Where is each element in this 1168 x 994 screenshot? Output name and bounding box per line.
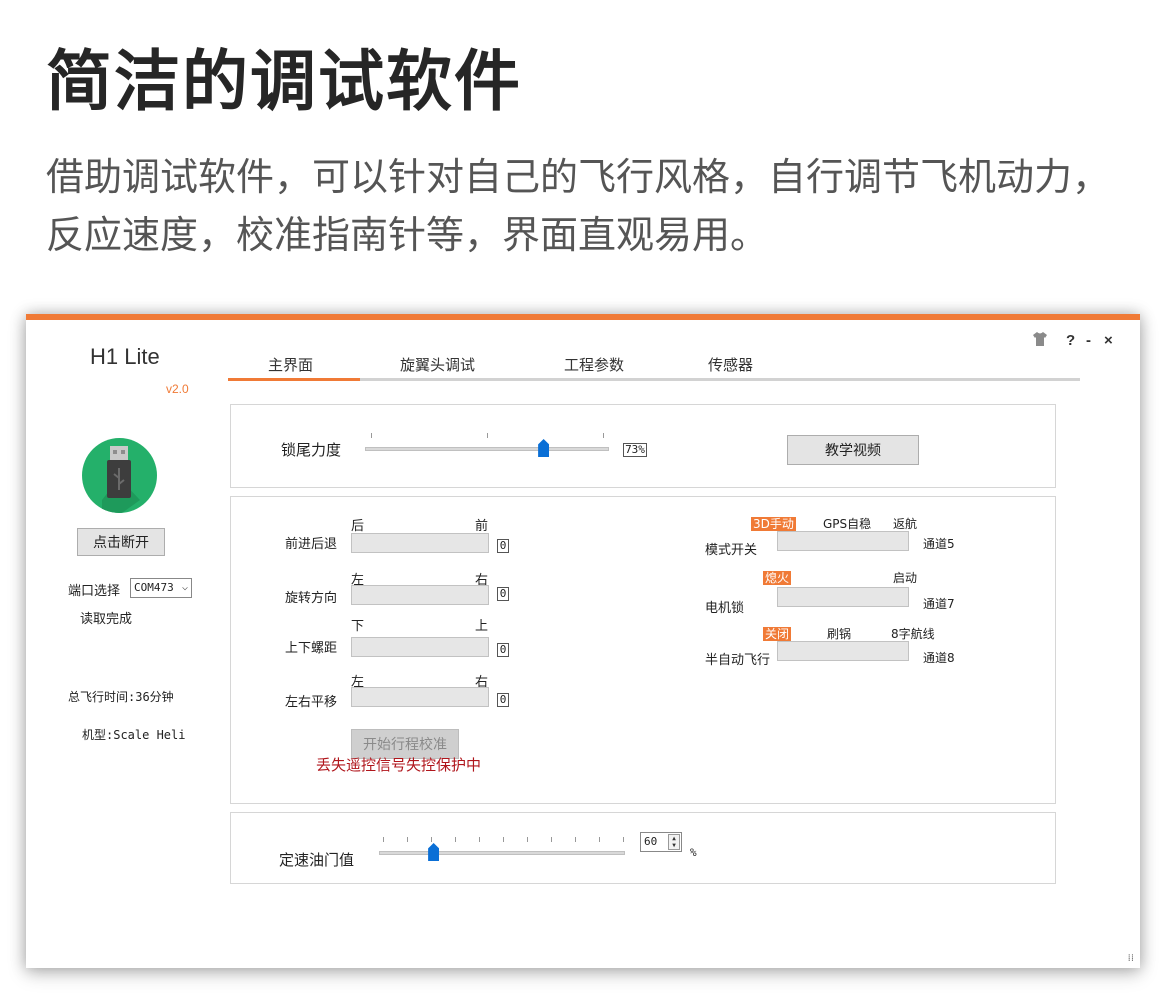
tutorial-video-button[interactable]: 教学视频 bbox=[787, 435, 919, 465]
switch-option: 3D手动 bbox=[751, 515, 796, 532]
port-label: 端口选择 bbox=[68, 584, 121, 599]
slider-tick bbox=[603, 433, 604, 438]
app-title: H1 Lite bbox=[90, 344, 160, 369]
failsafe-warning: 丢失遥控信号失控保护中 bbox=[316, 756, 482, 774]
tab-main[interactable]: 主界面 bbox=[268, 354, 313, 375]
slider-tick bbox=[455, 837, 456, 842]
slider-tick bbox=[479, 837, 480, 842]
throttle-unit: % bbox=[690, 846, 697, 859]
disconnect-button[interactable]: 点击断开 bbox=[77, 528, 165, 556]
switch-name: 电机锁 bbox=[705, 601, 745, 616]
stick-value: 0 bbox=[497, 587, 509, 601]
throttle-slider-track[interactable] bbox=[379, 851, 625, 855]
stick-max-label: 上 bbox=[475, 619, 489, 634]
description-line-2: 反应速度，校准指南针等，界面直观易用。 bbox=[46, 213, 769, 257]
switch-option: 关闭 bbox=[763, 625, 792, 642]
throttle-spinbox[interactable]: 60 ▲ ▼ bbox=[640, 832, 682, 852]
slider-tick bbox=[599, 837, 600, 842]
slider-tick bbox=[407, 837, 408, 842]
minimize-button[interactable]: - bbox=[1086, 332, 1091, 349]
stick-bar bbox=[351, 585, 489, 605]
tail-lock-value: 73% bbox=[623, 443, 647, 457]
model-label: 机型:Scale Heli bbox=[82, 728, 186, 742]
switch-name: 半自动飞行 bbox=[705, 653, 771, 668]
port-select[interactable]: COM473 ⌵ bbox=[130, 578, 192, 598]
stick-value: 0 bbox=[497, 643, 509, 657]
port-select-value: COM473 bbox=[134, 581, 174, 594]
stick-value: 0 bbox=[497, 539, 509, 553]
stick-name: 前进后退 bbox=[285, 537, 338, 552]
tail-lock-label: 锁尾力度 bbox=[281, 441, 342, 459]
stick-max-label: 前 bbox=[475, 519, 489, 534]
slider-tick bbox=[371, 433, 372, 438]
tab-active-indicator bbox=[228, 378, 360, 381]
tail-lock-slider-track[interactable] bbox=[365, 447, 609, 451]
resize-grip-icon[interactable]: ⁞⁞ bbox=[1128, 953, 1134, 964]
slider-tick bbox=[487, 433, 488, 438]
slider-tick bbox=[431, 837, 432, 842]
stick-bar bbox=[351, 687, 489, 707]
switch-bar bbox=[777, 531, 909, 551]
read-status: 读取完成 bbox=[80, 612, 133, 627]
switch-channel: 通道8 bbox=[923, 651, 955, 665]
slider-tick bbox=[527, 837, 528, 842]
tab-rotor-head[interactable]: 旋翼头调试 bbox=[400, 354, 475, 375]
usb-icon bbox=[82, 438, 157, 513]
app-version: v2.0 bbox=[166, 382, 189, 396]
slider-tick bbox=[503, 837, 504, 842]
switch-channel: 通道5 bbox=[923, 537, 955, 551]
stick-bar bbox=[351, 533, 489, 553]
switch-option-active: 关闭 bbox=[763, 627, 792, 641]
tab-sensors[interactable]: 传感器 bbox=[708, 354, 753, 375]
tail-lock-panel: 锁尾力度 73% 教学视频 bbox=[230, 404, 1056, 488]
stick-bar bbox=[351, 637, 489, 657]
slider-tick bbox=[575, 837, 576, 842]
switch-bar bbox=[777, 587, 909, 607]
switch-option: 8字航线 bbox=[891, 627, 935, 641]
stick-value: 0 bbox=[497, 693, 509, 707]
description: 借助调试软件，可以针对自己的飞行风格，自行调节飞机动力， 反应速度，校准指南针等… bbox=[46, 148, 1110, 264]
flight-time: 总飞行时间:36分钟 bbox=[68, 690, 174, 704]
tail-lock-slider-thumb[interactable] bbox=[538, 439, 550, 457]
switch-option-active: 熄火 bbox=[763, 571, 792, 585]
slider-tick bbox=[623, 837, 624, 842]
help-button[interactable]: ? bbox=[1066, 332, 1075, 349]
switch-option: 刷锅 bbox=[827, 627, 852, 641]
switch-option: 熄火 bbox=[763, 569, 792, 586]
switch-option: GPS自稳 bbox=[823, 517, 872, 531]
throttle-slider-thumb[interactable] bbox=[428, 843, 440, 861]
stick-min-label: 下 bbox=[351, 619, 365, 634]
headline: 简洁的调试软件 bbox=[46, 43, 522, 120]
switch-option: 返航 bbox=[893, 517, 918, 531]
spin-arrows-icon[interactable]: ▲ ▼ bbox=[668, 834, 680, 850]
shirt-icon[interactable] bbox=[1032, 332, 1048, 350]
switch-bar bbox=[777, 641, 909, 661]
switch-option: 启动 bbox=[893, 571, 918, 585]
throttle-label: 定速油门值 bbox=[279, 851, 355, 869]
stick-name: 上下螺距 bbox=[285, 641, 338, 656]
throttle-value: 60 bbox=[644, 835, 658, 848]
switch-name: 模式开关 bbox=[705, 543, 758, 558]
description-line-1: 借助调试软件，可以针对自己的飞行风格，自行调节飞机动力， bbox=[46, 155, 1111, 199]
stick-name: 左右平移 bbox=[285, 695, 338, 710]
stick-min-label: 后 bbox=[351, 519, 365, 534]
slider-tick bbox=[551, 837, 552, 842]
stick-name: 旋转方向 bbox=[285, 591, 338, 606]
slider-tick bbox=[383, 837, 384, 842]
app-window: H1 Lite v2.0 ? - × 点击断开 端口选择 COM473 ⌵ 读取… bbox=[26, 314, 1140, 968]
switch-channel: 通道7 bbox=[923, 597, 955, 611]
tab-engineering[interactable]: 工程参数 bbox=[564, 354, 624, 375]
chevron-down-icon: ⌵ bbox=[181, 582, 188, 593]
switch-option-active: 3D手动 bbox=[751, 517, 796, 531]
close-button[interactable]: × bbox=[1104, 332, 1113, 349]
